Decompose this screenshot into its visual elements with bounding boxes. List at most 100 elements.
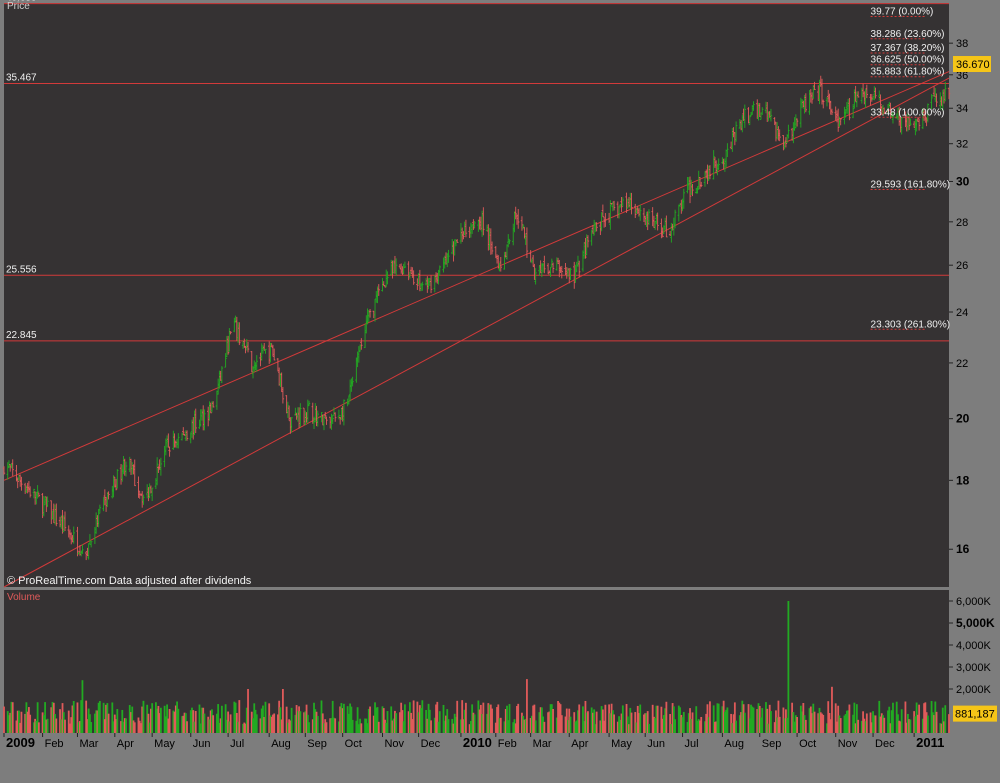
volume-bar xyxy=(343,703,345,733)
price-plot-area xyxy=(4,3,949,587)
volume-bar xyxy=(918,704,921,733)
volume-bar xyxy=(29,714,32,733)
price-y-tick-label: 30 xyxy=(956,174,970,188)
volume-bar xyxy=(926,715,929,733)
volume-bar xyxy=(717,703,720,733)
x-tick-label: Apr xyxy=(117,738,134,750)
volume-y-tick-label: 6,000K xyxy=(956,596,992,608)
volume-bar xyxy=(212,715,215,733)
volume-bar xyxy=(177,708,180,733)
volume-bar xyxy=(569,716,572,733)
volume-bar xyxy=(290,707,293,733)
volume-bar xyxy=(822,714,825,733)
price-y-tick-label: 32 xyxy=(956,139,968,151)
volume-bar xyxy=(447,719,450,733)
volume-bar xyxy=(700,716,703,733)
volume-bar xyxy=(743,712,746,733)
volume-bar xyxy=(935,711,938,733)
x-tick-label: Oct xyxy=(799,738,816,750)
volume-bar xyxy=(151,703,154,733)
volume-bar xyxy=(116,709,119,733)
volume-bar xyxy=(46,718,49,733)
volume-bar xyxy=(20,711,23,733)
last-volume-label: 881,187 xyxy=(955,709,995,721)
volume-bar xyxy=(621,705,624,733)
x-tick-label: May xyxy=(154,738,175,750)
price-y-tick-label: 38 xyxy=(956,38,968,50)
volume-bar xyxy=(578,704,581,733)
volume-bar xyxy=(831,686,833,733)
volume-bar xyxy=(421,700,424,733)
volume-bar xyxy=(3,706,5,733)
volume-bar xyxy=(735,720,737,733)
last-price-label: 36.670 xyxy=(956,59,990,71)
horizontal-level-label: 22.845 xyxy=(6,330,37,341)
volume-bar xyxy=(377,721,380,733)
fibonacci-level-label: 35.883 (61.80%) xyxy=(871,67,945,78)
fibonacci-level-label: 36.625 (50.00%) xyxy=(871,55,945,66)
volume-bar xyxy=(865,713,868,733)
volume-bar xyxy=(55,718,58,733)
volume-bar xyxy=(168,709,171,733)
volume-bar xyxy=(133,722,136,733)
x-tick-label: Feb xyxy=(45,738,64,750)
volume-bar xyxy=(552,709,554,733)
volume-bar xyxy=(682,711,685,733)
volume-bar xyxy=(203,713,206,733)
volume-bar xyxy=(848,704,851,733)
volume-bar xyxy=(839,718,842,733)
volume-bar xyxy=(142,700,145,733)
volume-bar xyxy=(430,720,432,733)
volume-bar xyxy=(804,719,807,733)
volume-bar xyxy=(194,710,197,733)
volume-bar xyxy=(613,714,615,733)
volume-bar xyxy=(316,715,319,733)
volume-bar xyxy=(796,717,799,733)
volume-bar xyxy=(595,711,598,733)
volume-bar xyxy=(220,705,223,733)
price-y-tick-label: 28 xyxy=(956,217,968,229)
volume-bar xyxy=(761,708,764,733)
fibonacci-level-label: 33.48 (100.00%) xyxy=(871,107,945,118)
volume-bar xyxy=(691,712,694,733)
volume-y-tick-label: 2,000K xyxy=(956,684,992,696)
volume-y-tick-label: 5,000K xyxy=(956,616,995,630)
volume-bar xyxy=(465,702,467,733)
volume-bar xyxy=(159,707,162,733)
price-y-tick-label: 18 xyxy=(956,473,970,487)
volume-bar xyxy=(308,722,310,733)
volume-bar xyxy=(770,711,772,733)
x-tick-label: 2011 xyxy=(916,735,944,750)
x-tick-label: Nov xyxy=(384,738,404,750)
price-y-tick-label: 24 xyxy=(956,307,968,319)
fibonacci-level-label: 39.77 (0.00%) xyxy=(871,7,934,18)
volume-bar xyxy=(517,703,520,733)
volume-bar xyxy=(948,714,950,733)
volume-bar xyxy=(482,702,485,733)
volume-bar xyxy=(491,708,493,733)
volume-bar xyxy=(526,679,528,733)
volume-bar xyxy=(186,721,188,733)
volume-bar xyxy=(107,713,110,733)
x-tick-label: Dec xyxy=(421,738,441,750)
volume-bar xyxy=(900,709,903,733)
x-tick-label: 2010 xyxy=(463,735,492,750)
volume-panel-title: Volume xyxy=(7,592,41,603)
volume-bar xyxy=(229,714,232,733)
volume-bar xyxy=(386,711,389,733)
volume-bar xyxy=(438,711,441,733)
x-tick-label: May xyxy=(611,738,632,750)
stock-chart: 40.65935.46725.55622.845 39.77 (0.00%)38… xyxy=(0,0,1000,783)
volume-panel: Volume 2,000K 3,000K 4,000K 5,000K 6,000K 881… xyxy=(3,590,997,733)
price-panel-title: Price xyxy=(7,1,30,12)
volume-bar xyxy=(944,705,947,733)
volume-bar xyxy=(299,711,302,733)
volume-bar xyxy=(543,721,546,733)
x-tick-label: Oct xyxy=(345,738,362,750)
price-y-tick-label: 16 xyxy=(956,542,970,556)
volume-bar xyxy=(412,700,415,733)
volume-bar xyxy=(709,701,711,733)
volume-bar xyxy=(665,701,668,733)
volume-bar xyxy=(456,700,459,733)
fibonacci-level-label: 29.593 (161.80%) xyxy=(871,179,951,190)
